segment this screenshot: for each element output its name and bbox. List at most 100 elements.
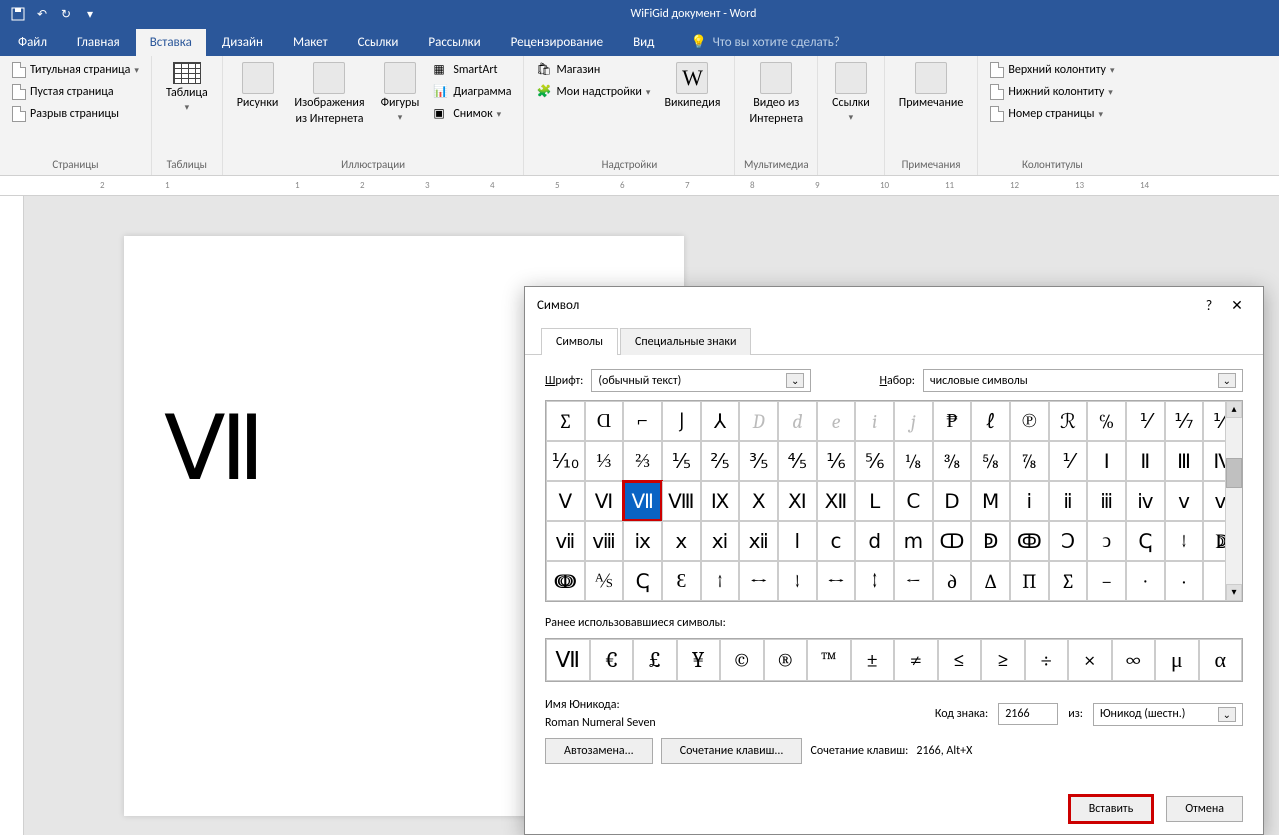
symbol-cell[interactable]: Ⅶ: [623, 481, 662, 521]
symbol-cell[interactable]: ⅸ: [623, 521, 662, 561]
symbol-cell[interactable]: ⌡: [662, 401, 701, 441]
footer-button[interactable]: Нижний колонтиту: [986, 82, 1118, 102]
symbol-cell[interactable]: ↔: [739, 561, 778, 601]
recent-symbol-cell[interactable]: μ: [1155, 639, 1199, 681]
symbol-cell[interactable]: ∑: [1049, 561, 1088, 601]
recent-symbol-cell[interactable]: ×: [1068, 639, 1112, 681]
symbol-cell[interactable]: e: [817, 401, 856, 441]
tab-home[interactable]: Главная: [63, 29, 134, 56]
symbol-cell[interactable]: Ⅽ: [894, 481, 933, 521]
chart-button[interactable]: 📊Диаграмма: [429, 82, 515, 102]
recent-symbol-cell[interactable]: €: [590, 639, 634, 681]
tab-special-chars[interactable]: Специальные знаки: [620, 328, 752, 355]
symbol-cell[interactable]: ↈ: [546, 561, 585, 601]
symbol-cell[interactable]: ⅟: [1126, 401, 1165, 441]
close-button[interactable]: ✕: [1223, 297, 1251, 314]
vertical-ruler[interactable]: [0, 196, 24, 835]
tab-layout[interactable]: Макет: [279, 29, 342, 56]
code-input[interactable]: [998, 703, 1058, 725]
symbol-cell[interactable]: ⅾ: [855, 521, 894, 561]
tell-me-search[interactable]: 💡 Что вы хотите сделать?: [690, 29, 839, 56]
recent-symbol-cell[interactable]: ©: [720, 639, 764, 681]
symbol-cell[interactable]: −: [1087, 561, 1126, 601]
symbol-cell[interactable]: ⅹ: [662, 521, 701, 561]
header-button[interactable]: Верхний колонтиту: [986, 60, 1118, 80]
symbol-cell[interactable]: Ⅹ: [739, 481, 778, 521]
online-video-button[interactable]: Видео изИнтернета: [743, 60, 809, 128]
symbol-cell[interactable]: ↄ: [1087, 521, 1126, 561]
symbol-cell[interactable]: ⅕: [662, 441, 701, 481]
tab-view[interactable]: Вид: [619, 29, 668, 56]
wikipedia-button[interactable]: WВикипедия: [658, 60, 726, 112]
tab-references[interactable]: Ссылки: [344, 29, 413, 56]
screenshot-button[interactable]: ▣Снимок: [429, 104, 515, 124]
symbol-cell[interactable]: ⅛: [894, 441, 933, 481]
comment-button[interactable]: Примечание: [893, 60, 970, 112]
undo-icon[interactable]: ↶: [34, 6, 50, 22]
recent-symbol-cell[interactable]: Ⅶ: [546, 639, 590, 681]
symbol-cell[interactable]: D: [739, 401, 778, 441]
symbol-cell[interactable]: Ⅷ: [662, 481, 701, 521]
symbol-cell[interactable]: ↀ: [933, 521, 972, 561]
symbol-cell[interactable]: Ⅸ: [701, 481, 740, 521]
symbol-cell[interactable]: ⅘: [778, 441, 817, 481]
symbol-cell[interactable]: ⅰ: [1010, 481, 1049, 521]
symbol-cell[interactable]: ↓: [1165, 521, 1204, 561]
tab-design[interactable]: Дизайн: [208, 29, 277, 56]
table-button[interactable]: Таблица: [160, 60, 214, 115]
recent-symbol-cell[interactable]: ±: [851, 639, 895, 681]
symbol-cell[interactable]: i: [855, 401, 894, 441]
dialog-titlebar[interactable]: Символ ? ✕: [525, 287, 1263, 323]
insert-button[interactable]: Вставить: [1070, 796, 1153, 822]
symbol-cell[interactable]: ⅱ: [1049, 481, 1088, 521]
symbol-cell[interactable]: ⅔: [623, 441, 662, 481]
recent-symbol-cell[interactable]: ÷: [1025, 639, 1069, 681]
symbol-cell[interactable]: ℗: [1010, 401, 1049, 441]
symbol-cell[interactable]: ⅿ: [894, 521, 933, 561]
symbol-cell[interactable]: ⅺ: [701, 521, 740, 561]
scroll-up-icon[interactable]: ▴: [1226, 401, 1242, 418]
symbol-cell[interactable]: ⅳ: [1126, 481, 1165, 521]
recent-symbol-cell[interactable]: ™: [807, 639, 851, 681]
symbol-scrollbar[interactable]: ▴ ▾: [1225, 401, 1242, 601]
symbol-cell[interactable]: Ⅿ: [971, 481, 1010, 521]
symbol-cell[interactable]: ⅽ: [817, 521, 856, 561]
symbol-cell[interactable]: ↂ: [1010, 521, 1049, 561]
symbol-cell[interactable]: ↅ: [1126, 521, 1165, 561]
symbol-cell[interactable]: ⅝: [971, 441, 1010, 481]
symbol-cell[interactable]: ⅐: [1165, 401, 1204, 441]
symbol-cell[interactable]: ⅓: [585, 441, 624, 481]
symbol-cell[interactable]: ⌐: [623, 401, 662, 441]
symbol-cell[interactable]: ⅗: [739, 441, 778, 481]
symbol-cell[interactable]: Ⅱ: [1126, 441, 1165, 481]
recent-symbol-cell[interactable]: ≤: [938, 639, 982, 681]
symbol-cell[interactable]: ⅴ: [1165, 481, 1204, 521]
symbol-cell[interactable]: ₱: [933, 401, 972, 441]
symbol-cell[interactable]: ⅷ: [585, 521, 624, 561]
symbol-cell[interactable]: ∑: [546, 401, 585, 441]
symbol-cell[interactable]: ∙: [1126, 561, 1165, 601]
shapes-button[interactable]: Фигуры: [375, 60, 426, 125]
redo-icon[interactable]: ↻: [58, 6, 74, 22]
my-addins-button[interactable]: 🧩Мои надстройки: [532, 82, 654, 102]
horizontal-ruler[interactable]: 211234567891011121314: [0, 176, 1279, 196]
symbol-cell[interactable]: ·: [1165, 561, 1204, 601]
symbol-cell[interactable]: ←: [894, 561, 933, 601]
recent-symbol-cell[interactable]: ∞: [1112, 639, 1156, 681]
recent-symbol-cell[interactable]: £: [633, 639, 677, 681]
font-combo[interactable]: (обычный текст): [591, 369, 811, 392]
pictures-button[interactable]: Рисунки: [231, 60, 285, 112]
symbol-cell[interactable]: Ɛ: [662, 561, 701, 601]
symbol-cell[interactable]: j: [894, 401, 933, 441]
from-combo[interactable]: Юникод (шестн.): [1093, 703, 1243, 726]
store-button[interactable]: 🛍Магазин: [532, 60, 654, 80]
recent-symbol-cell[interactable]: ≥: [981, 639, 1025, 681]
tab-symbols[interactable]: Символы: [541, 328, 618, 355]
symbol-cell[interactable]: Ⅺ: [778, 481, 817, 521]
autocorrect-button[interactable]: Автозамена...: [545, 738, 653, 764]
symbol-cell[interactable]: Ⅾ: [933, 481, 972, 521]
symbol-cell[interactable]: Ↄ: [1049, 521, 1088, 561]
set-combo[interactable]: числовые символы: [923, 369, 1243, 392]
qat-dropdown-icon[interactable]: ▾: [82, 6, 98, 22]
links-button[interactable]: Ссылки: [826, 60, 876, 125]
